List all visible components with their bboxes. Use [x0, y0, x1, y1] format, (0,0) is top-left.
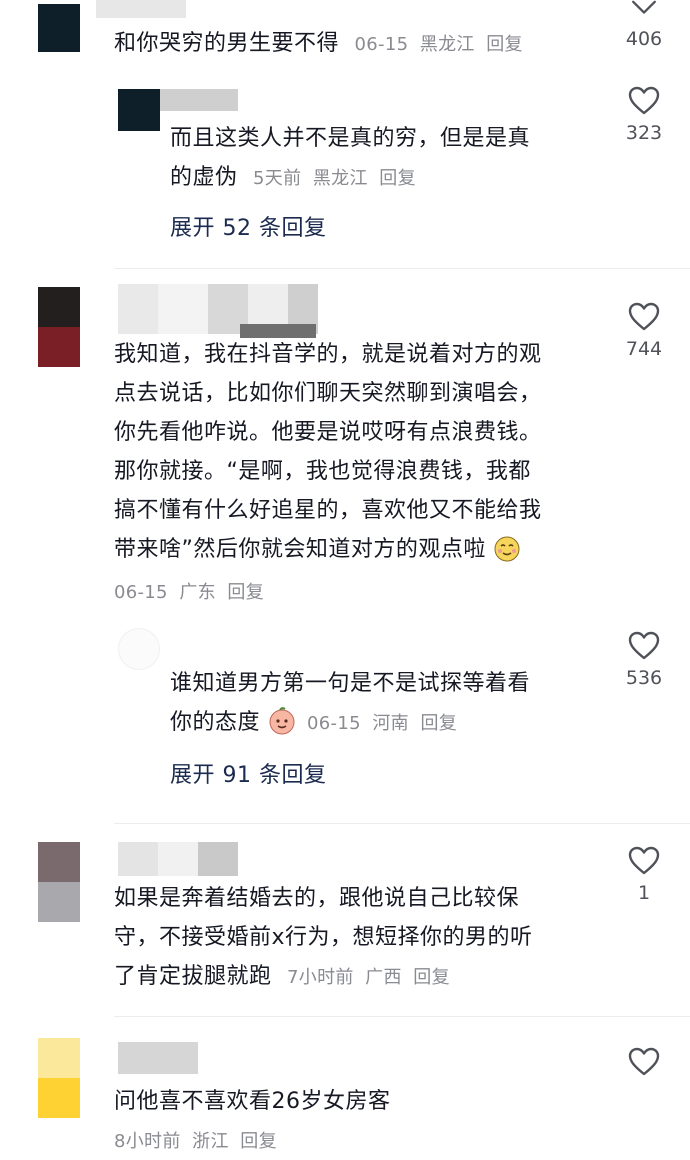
like-button[interactable]: 536 — [614, 631, 674, 689]
like-button[interactable]: 1 — [614, 846, 674, 904]
comment-body: 而且这类人并不是真的穷，但是是真 的虚伪 5天前 黑龙江 回复 — [170, 119, 600, 198]
comment-region: 浙江 — [192, 1131, 229, 1152]
comment-line: 点去说话，比如你们聊天突然聊到演唱会， — [114, 381, 542, 406]
reply-button[interactable]: 回复 — [240, 1131, 277, 1152]
comment-text: 而且这类人并不是真的穷，但是是真 — [170, 126, 531, 151]
comment-line: 了肯定拔腿就跑 — [114, 964, 272, 989]
heart-icon[interactable] — [628, 86, 660, 116]
heart-icon[interactable] — [628, 631, 660, 661]
divider — [114, 268, 690, 269]
comment-date: 7小时前 — [287, 967, 354, 988]
comment-body: 我知道，我在抖音学的，就是说着对方的观 点去说话，比如你们聊天突然聊到演唱会， … — [114, 335, 604, 610]
like-button[interactable]: 744 — [614, 302, 674, 360]
comment-date: 5天前 — [253, 168, 302, 189]
like-count: 406 — [625, 28, 663, 50]
comment-line: 我知道，我在抖音学的，就是说着对方的观 — [114, 342, 542, 367]
comment-text: 和你哭穷的男生要不得 — [114, 31, 340, 56]
smirk-emoji-icon — [494, 536, 520, 562]
heart-icon[interactable] — [628, 846, 660, 876]
username-blur[interactable] — [160, 89, 238, 111]
reply-button[interactable]: 回复 — [227, 582, 264, 603]
expand-replies-button[interactable]: 展开 91 条回复 — [170, 757, 326, 789]
avatar[interactable] — [38, 1038, 80, 1118]
comment-date: 06-15 — [307, 713, 361, 734]
expand-replies-button[interactable]: 展开 52 条回复 — [170, 210, 326, 242]
like-count: 1 — [637, 882, 651, 904]
like-button[interactable]: 406 — [614, 0, 674, 50]
like-button[interactable]: 323 — [614, 86, 674, 144]
comment-region: 河南 — [372, 713, 409, 734]
comment-body: 谁知道男方第一句是不是试探等着看 你的态度 06-15 河南 回复 — [170, 664, 600, 743]
comment-date: 8小时前 — [114, 1131, 181, 1152]
reply-button[interactable]: 回复 — [420, 713, 457, 734]
comment-region: 黑龙江 — [312, 168, 368, 189]
chevron-down-icon[interactable] — [628, 0, 660, 18]
like-button[interactable] — [614, 1047, 674, 1077]
avatar[interactable] — [118, 628, 160, 670]
reply-button[interactable]: 回复 — [486, 34, 523, 55]
comment-body: 如果是奔着结婚去的，跟他说自己比较保 守，不接受婚前x行为，想短择你的男的听 了… — [114, 879, 604, 997]
comment-line: 如果是奔着结婚去的，跟他说自己比较保 — [114, 886, 520, 911]
comment-region: 广东 — [179, 582, 216, 603]
divider — [114, 823, 690, 824]
comment-text: 问他喜不喜欢看26岁女房客 — [114, 1089, 391, 1114]
comment-body: 和你哭穷的男生要不得 06-15 黑龙江 回复 — [114, 24, 594, 64]
comment-date: 06-15 — [114, 582, 168, 603]
like-count: 744 — [625, 338, 663, 360]
like-count: 323 — [625, 122, 663, 144]
comment-line: 搞不懂有什么好追星的，喜欢他又不能给我 — [114, 498, 542, 523]
avatar[interactable] — [38, 287, 80, 367]
heart-icon[interactable] — [628, 1047, 660, 1077]
comment-line: 那你就接。“是啊，我也觉得浪费钱，我都 — [114, 459, 531, 484]
comment-line: 守，不接受婚前x行为，想短择你的男的听 — [114, 925, 533, 950]
like-count: 536 — [625, 667, 663, 689]
comment-date: 06-15 — [354, 34, 409, 55]
avatar[interactable] — [38, 842, 80, 922]
username-blur[interactable] — [118, 1042, 198, 1074]
comment-text: 的虚伪 — [170, 165, 238, 190]
comment-body: 问他喜不喜欢看26岁女房客 8小时前 浙江 回复 — [114, 1082, 604, 1160]
comment-text: 你的态度 — [170, 710, 261, 735]
comment-line: 带来啥”然后你就会知道对方的观点啦 — [114, 537, 486, 562]
heart-icon[interactable] — [628, 302, 660, 332]
avatar[interactable] — [38, 4, 80, 52]
avatar[interactable] — [118, 89, 160, 131]
reply-button[interactable]: 回复 — [413, 967, 450, 988]
peach-emoji-icon — [269, 707, 295, 735]
username-blur[interactable] — [96, 0, 186, 18]
comment-region: 广西 — [365, 967, 402, 988]
reply-button[interactable]: 回复 — [379, 168, 416, 189]
username-blur[interactable] — [118, 842, 238, 876]
comment-line: 你先看他咋说。他要是说哎呀有点浪费钱。 — [114, 420, 542, 445]
divider — [114, 1016, 690, 1017]
comment-region: 黑龙江 — [419, 34, 475, 55]
comment-text: 谁知道男方第一句是不是试探等着看 — [170, 671, 531, 696]
